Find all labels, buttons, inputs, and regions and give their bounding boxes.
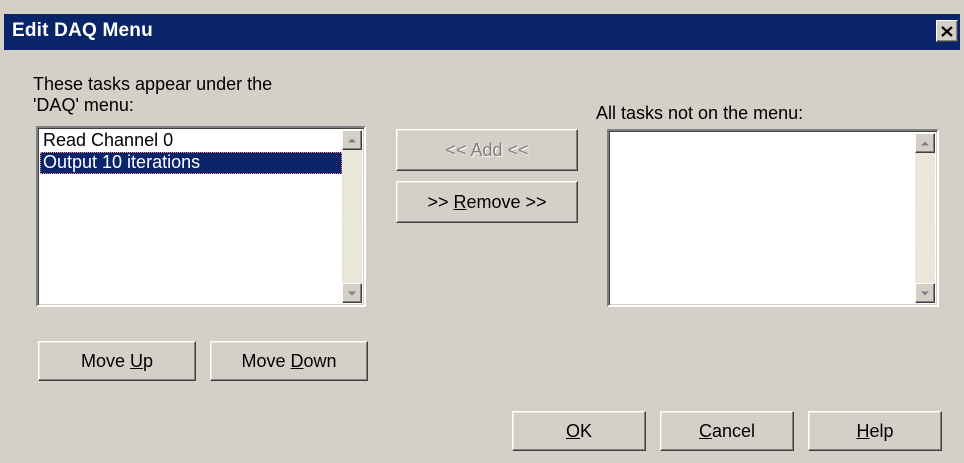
move-down-label-post: own [303, 350, 337, 371]
arrow-up-icon [348, 138, 356, 142]
help-accesskey: H [856, 420, 870, 441]
list-item[interactable]: Output 10 iterations [40, 152, 342, 174]
ok-button[interactable]: OK [512, 411, 646, 451]
help-button[interactable]: Help [808, 411, 942, 451]
window-title: Edit DAQ Menu [12, 20, 153, 41]
menu-tasks-label-line1: These tasks appear under the [33, 74, 273, 94]
move-up-label-pre: Move [80, 350, 130, 371]
move-down-label-pre: Move [241, 350, 291, 371]
cancel-label-post: ancel [711, 420, 756, 441]
remove-button-label-pre: >> [427, 191, 454, 212]
title-bar[interactable]: Edit DAQ Menu [4, 14, 960, 50]
available-tasks-label: All tasks not on the menu: [596, 103, 804, 123]
menu-tasks-listbox[interactable]: Read Channel 0 Output 10 iterations [36, 126, 366, 307]
move-down-button[interactable]: Move Down [210, 341, 368, 381]
move-down-accesskey: D [290, 350, 304, 371]
ok-accesskey: O [565, 420, 580, 441]
arrow-down-icon [348, 291, 356, 295]
menu-tasks-scrollbar[interactable] [342, 130, 362, 303]
close-icon [941, 25, 953, 37]
scroll-down-button[interactable] [342, 283, 362, 303]
cancel-accesskey: C [698, 420, 712, 441]
menu-tasks-list: Read Channel 0 Output 10 iterations [40, 130, 342, 174]
move-up-button[interactable]: Move Up [38, 341, 196, 381]
move-up-label-post: p [143, 350, 154, 371]
arrow-up-icon [921, 141, 929, 145]
ok-label-post: K [580, 420, 593, 441]
remove-button-label-post: emove >> [466, 191, 547, 212]
scroll-down-button[interactable] [915, 283, 935, 303]
available-tasks-scrollbar[interactable] [915, 133, 935, 303]
edit-daq-menu-dialog: Edit DAQ Menu These tasks appear under t… [0, 0, 964, 463]
remove-button-accesskey: R [453, 191, 467, 212]
add-button-label: << Add << [445, 139, 529, 160]
close-button[interactable] [936, 20, 958, 42]
scroll-up-button[interactable] [342, 130, 362, 150]
scroll-up-button[interactable] [915, 133, 935, 153]
list-item[interactable]: Read Channel 0 [40, 130, 342, 152]
help-label-post: elp [869, 420, 894, 441]
move-up-accesskey: U [130, 350, 143, 371]
available-tasks-listbox[interactable] [607, 129, 939, 307]
arrow-down-icon [921, 291, 929, 295]
cancel-button[interactable]: Cancel [660, 411, 794, 451]
menu-tasks-label-line2: 'DAQ' menu: [33, 95, 134, 115]
add-button[interactable]: << Add << [396, 129, 578, 171]
remove-button[interactable]: >> Remove >> [396, 181, 578, 223]
